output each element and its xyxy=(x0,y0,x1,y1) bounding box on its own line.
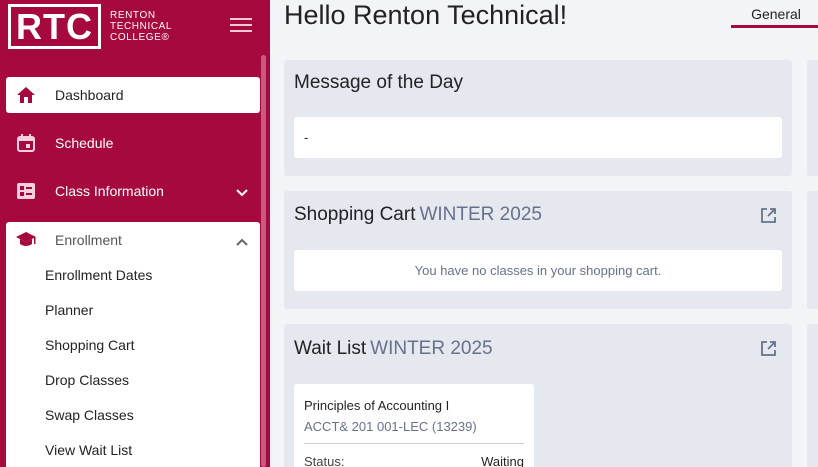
sidebar-subitem-swap-classes[interactable]: Swap Classes xyxy=(45,407,134,423)
message-body: - xyxy=(294,117,782,158)
logo-wordmark: RENTON TECHNICAL COLLEGE® xyxy=(110,10,172,43)
sidebar-item-enrollment[interactable]: Enrollment xyxy=(6,222,260,258)
empty-cart-message: You have no classes in your shopping car… xyxy=(294,250,782,291)
sidebar-subitem-planner[interactable]: Planner xyxy=(45,302,93,318)
sidebar-subitem-view-wait-list[interactable]: View Wait List xyxy=(45,442,132,458)
card-title: Shopping Cart WINTER 2025 xyxy=(294,204,542,226)
wait-list-class-card[interactable]: Principles of Accounting I ACCT& 201 001… xyxy=(294,384,534,467)
sidebar-subitem-shopping-cart[interactable]: Shopping Cart xyxy=(45,337,135,353)
sidebar-item-dashboard[interactable]: Dashboard xyxy=(6,77,260,113)
card-title-text: Message of the Day xyxy=(294,72,463,93)
logo-line-2: TECHNICAL xyxy=(110,21,173,32)
sidebar: RTC RENTON TECHNICAL COLLEGE® Dashboard … xyxy=(0,0,270,467)
sidebar-scrollbar[interactable] xyxy=(261,55,266,467)
card-title-text: Wait List xyxy=(294,338,367,359)
divider xyxy=(304,443,524,444)
sidebar-item-label: Enrollment xyxy=(55,232,122,248)
chevron-down-icon xyxy=(236,184,248,200)
logo-line-1: RENTON xyxy=(110,10,156,21)
open-external-icon[interactable] xyxy=(761,341,776,361)
adjacent-card-edge xyxy=(807,191,818,309)
graduation-cap-icon xyxy=(16,230,36,250)
enrollment-panel: Enrollment Enrollment Dates Planner Shop… xyxy=(6,222,260,467)
logo-mark: RTC xyxy=(8,4,101,49)
card-title: Message of the Day xyxy=(294,72,463,94)
course-name: Principles of Accounting I xyxy=(304,398,450,413)
sidebar-item-class-information[interactable]: Class Information xyxy=(6,173,260,209)
message-of-the-day-card: Message of the Day - xyxy=(284,60,792,176)
class-info-icon xyxy=(16,181,36,201)
logo-line-3: COLLEGE® xyxy=(110,32,170,43)
status-value: Waiting xyxy=(481,454,524,467)
home-icon xyxy=(16,85,36,105)
sidebar-item-label: Dashboard xyxy=(55,87,124,103)
calendar-icon xyxy=(16,133,36,153)
card-title-text: Shopping Cart xyxy=(294,204,416,225)
college-logo[interactable]: RTC RENTON TECHNICAL COLLEGE® xyxy=(8,4,172,49)
adjacent-card-edge xyxy=(807,324,818,467)
adjacent-card-edge xyxy=(807,60,818,176)
term-label: WINTER 2025 xyxy=(419,204,542,225)
sidebar-item-schedule[interactable]: Schedule xyxy=(6,125,260,161)
shopping-cart-card: Shopping Cart WINTER 2025 You have no cla… xyxy=(284,191,792,309)
sidebar-subitem-drop-classes[interactable]: Drop Classes xyxy=(45,372,129,388)
sidebar-subitem-enrollment-dates[interactable]: Enrollment Dates xyxy=(45,267,152,283)
sidebar-item-label: Class Information xyxy=(55,183,164,199)
term-label: WINTER 2025 xyxy=(370,338,493,359)
wait-list-card: Wait List WINTER 2025 Principles of Accou… xyxy=(284,324,792,467)
sidebar-item-label: Schedule xyxy=(55,135,114,151)
tab-general[interactable]: General xyxy=(731,0,818,28)
main-content: Hello Renton Technical! General Message … xyxy=(270,0,818,467)
chevron-up-icon xyxy=(236,233,248,249)
hamburger-menu-icon[interactable] xyxy=(230,18,252,34)
card-title: Wait List WINTER 2025 xyxy=(294,338,493,360)
course-code: ACCT& 201 001-LEC (13239) xyxy=(304,419,477,434)
open-external-icon[interactable] xyxy=(761,208,776,228)
status-label: Status: xyxy=(304,454,345,467)
page-title: Hello Renton Technical! xyxy=(284,0,568,30)
